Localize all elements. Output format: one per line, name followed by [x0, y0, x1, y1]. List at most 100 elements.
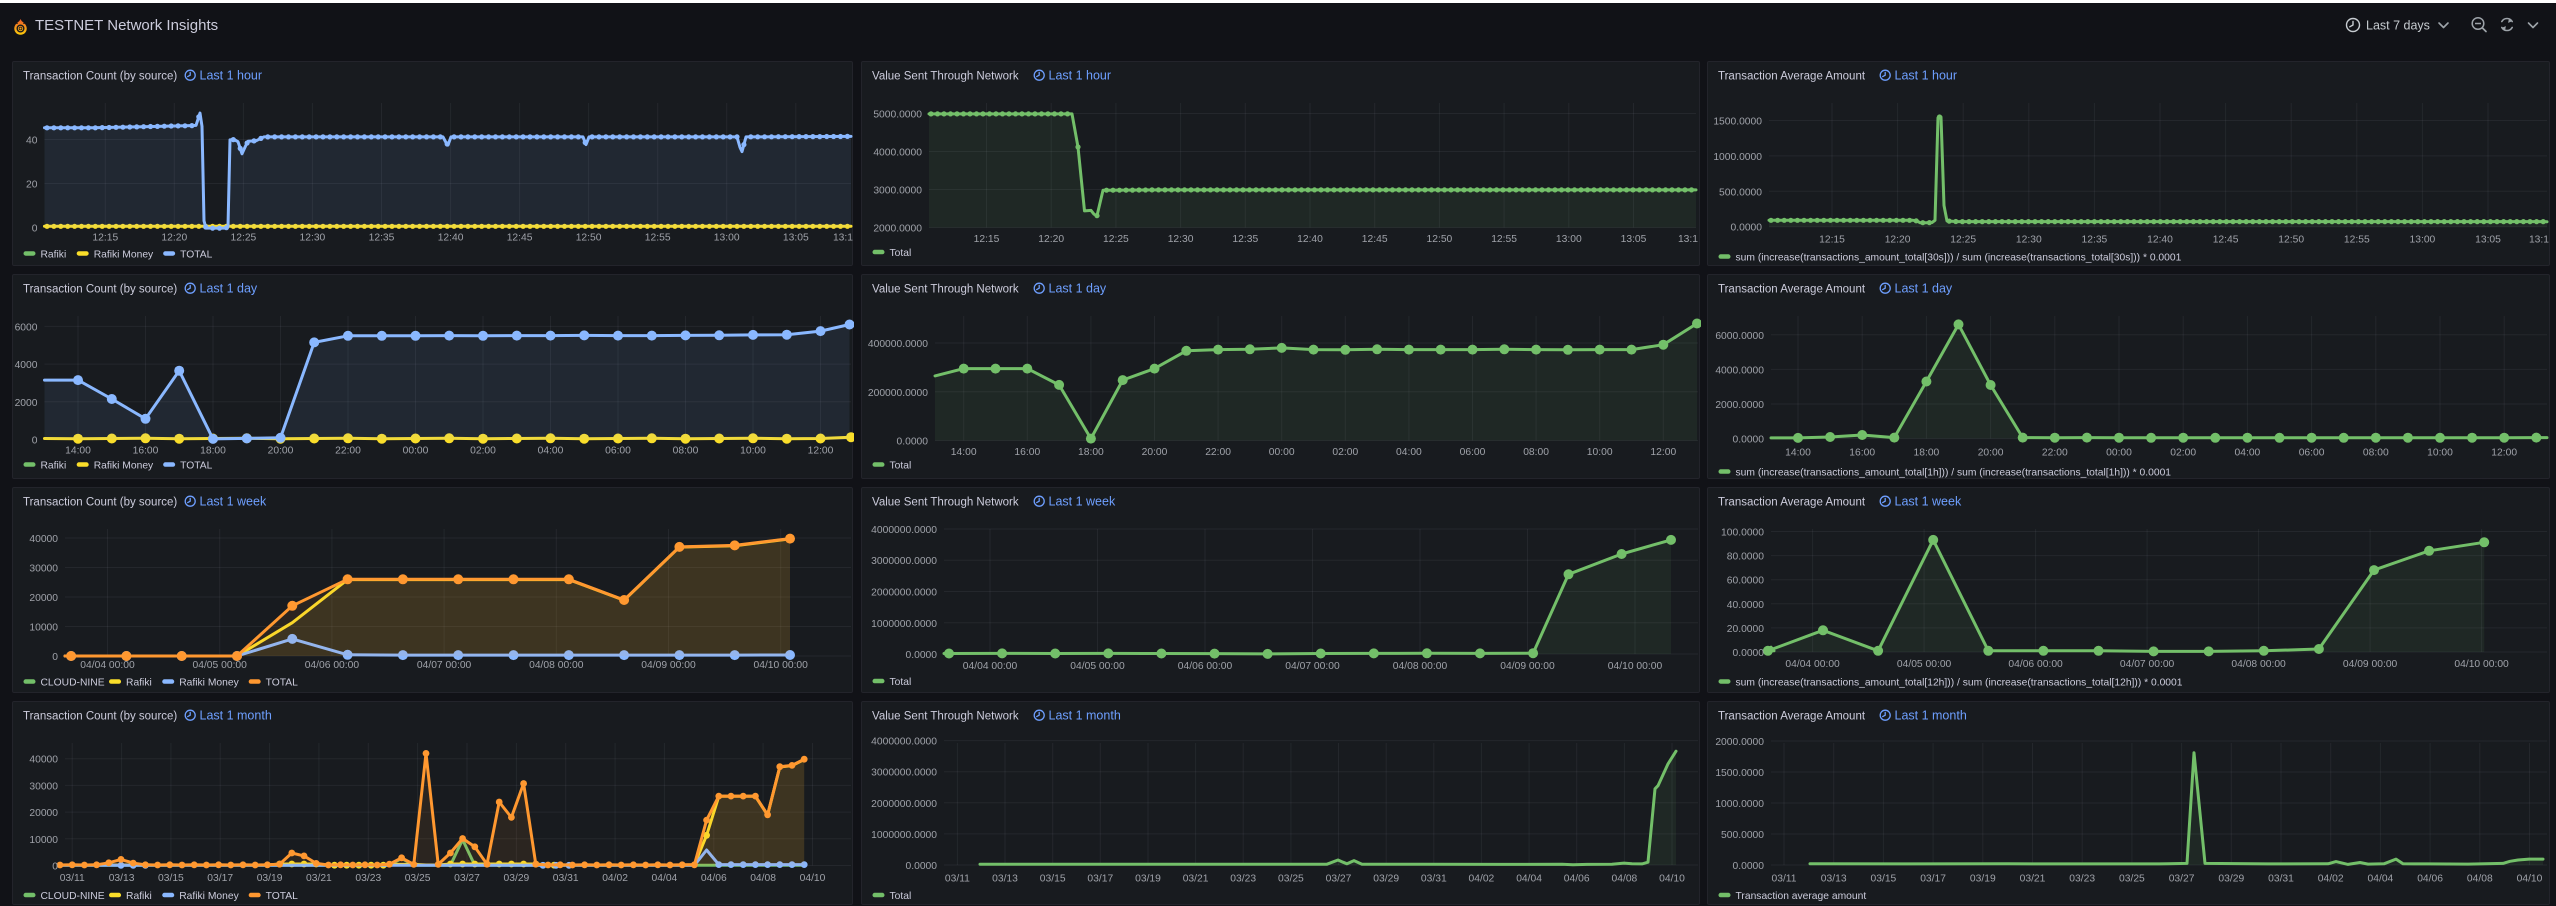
svg-text:12:55: 12:55	[2344, 234, 2370, 245]
svg-text:12:45: 12:45	[1362, 234, 1388, 245]
svg-text:13:00: 13:00	[1556, 234, 1582, 245]
svg-text:10:00: 10:00	[1587, 447, 1613, 458]
svg-text:12:00: 12:00	[1650, 447, 1676, 458]
svg-text:1000.0000: 1000.0000	[1715, 799, 1764, 810]
svg-text:12:15: 12:15	[974, 234, 1000, 245]
svg-text:Value Sent Through Network: Value Sent Through Network	[872, 283, 1019, 295]
svg-text:22:00: 22:00	[2042, 448, 2068, 459]
svg-text:04/08: 04/08	[750, 873, 776, 884]
svg-text:12:55: 12:55	[645, 233, 671, 244]
svg-text:Value Sent Through Network: Value Sent Through Network	[872, 710, 1019, 722]
svg-text:2000.0000: 2000.0000	[1715, 400, 1764, 411]
svg-text:04/08: 04/08	[1612, 873, 1638, 884]
svg-text:0.0000: 0.0000	[906, 861, 938, 872]
svg-text:Transaction Count (by source): Transaction Count (by source)	[23, 496, 177, 508]
svg-text:03/19: 03/19	[257, 873, 283, 884]
svg-text:12:40: 12:40	[1297, 234, 1323, 245]
svg-text:13:05: 13:05	[783, 233, 809, 244]
svg-text:80.0000: 80.0000	[1727, 552, 1764, 563]
svg-text:Last 1 hour: Last 1 hour	[1049, 68, 1112, 82]
svg-text:04/08: 04/08	[2467, 873, 2493, 884]
svg-text:2000: 2000	[15, 398, 38, 409]
svg-text:2000.0000: 2000.0000	[873, 224, 922, 235]
svg-text:04:00: 04:00	[538, 445, 564, 456]
svg-text:04/05 00:00: 04/05 00:00	[1897, 659, 1952, 670]
svg-text:04/10 00:00: 04/10 00:00	[2454, 659, 2509, 670]
svg-text:04/06: 04/06	[701, 873, 727, 884]
svg-text:12:50: 12:50	[1427, 234, 1453, 245]
svg-text:03/15: 03/15	[158, 873, 184, 884]
svg-text:20:00: 20:00	[1142, 447, 1168, 458]
svg-text:6000.0000: 6000.0000	[1715, 331, 1764, 342]
svg-text:Last 1 month: Last 1 month	[200, 708, 272, 722]
svg-text:Value Sent Through Network: Value Sent Through Network	[872, 70, 1019, 82]
svg-text:03/29: 03/29	[2218, 873, 2244, 884]
svg-text:12:30: 12:30	[300, 233, 326, 244]
svg-text:Last 1 month: Last 1 month	[1049, 708, 1121, 722]
svg-text:Rafiki Money: Rafiki Money	[94, 249, 154, 260]
svg-text:18:00: 18:00	[1914, 448, 1940, 459]
svg-text:03/19: 03/19	[1970, 873, 1996, 884]
svg-text:30000: 30000	[29, 564, 58, 575]
svg-text:Rafiki Money: Rafiki Money	[179, 891, 239, 902]
svg-text:03/13: 03/13	[109, 873, 135, 884]
svg-text:TOTAL: TOTAL	[180, 249, 213, 260]
svg-text:12:35: 12:35	[369, 233, 395, 244]
svg-text:sum (increase(transactions_amo: sum (increase(transactions_amount_total[…	[1736, 253, 2182, 264]
svg-text:10:00: 10:00	[740, 445, 766, 456]
svg-text:03/19: 03/19	[1135, 873, 1161, 884]
svg-text:3000000.0000: 3000000.0000	[871, 768, 937, 779]
svg-text:Transaction Count (by source): Transaction Count (by source)	[23, 710, 177, 722]
svg-text:04/10: 04/10	[2517, 873, 2543, 884]
svg-text:1000.0000: 1000.0000	[1713, 152, 1762, 163]
svg-text:10000: 10000	[29, 835, 58, 846]
svg-text:12:40: 12:40	[438, 233, 464, 244]
svg-text:12:00: 12:00	[808, 445, 834, 456]
svg-text:2000.0000: 2000.0000	[1715, 737, 1764, 748]
svg-text:06:00: 06:00	[605, 445, 631, 456]
svg-text:03/11: 03/11	[60, 873, 85, 884]
svg-text:12:20: 12:20	[1885, 234, 1911, 245]
svg-text:13:00: 13:00	[714, 233, 740, 244]
svg-text:2000000.0000: 2000000.0000	[871, 588, 937, 599]
svg-text:Transaction Count (by source): Transaction Count (by source)	[23, 70, 177, 82]
svg-text:03/25: 03/25	[405, 873, 431, 884]
svg-text:13:05: 13:05	[2475, 234, 2501, 245]
svg-text:5000.0000: 5000.0000	[873, 110, 922, 121]
svg-text:16:00: 16:00	[1849, 448, 1875, 459]
svg-text:Last 1 week: Last 1 week	[1895, 494, 1962, 508]
svg-text:Rafiki Money: Rafiki Money	[94, 461, 154, 472]
svg-text:00:00: 00:00	[2106, 448, 2132, 459]
svg-text:04/09 00:00: 04/09 00:00	[641, 660, 696, 671]
svg-text:03/13: 03/13	[1821, 873, 1847, 884]
svg-text:sum (increase(transactions_amo: sum (increase(transactions_amount_total[…	[1736, 468, 2172, 479]
svg-text:CLOUD-NINE: CLOUD-NINE	[41, 891, 105, 902]
svg-text:Rafiki: Rafiki	[41, 249, 67, 260]
svg-text:03/29: 03/29	[504, 873, 530, 884]
svg-text:Rafiki: Rafiki	[41, 461, 67, 472]
svg-text:0.0000: 0.0000	[897, 437, 929, 448]
svg-text:04/04 00:00: 04/04 00:00	[963, 661, 1018, 672]
svg-text:04/04: 04/04	[652, 873, 678, 884]
svg-text:08:00: 08:00	[1523, 447, 1549, 458]
svg-text:03/31: 03/31	[553, 873, 579, 884]
svg-text:03/27: 03/27	[454, 873, 480, 884]
svg-text:04/02: 04/02	[602, 873, 628, 884]
svg-text:22:00: 22:00	[1205, 447, 1231, 458]
svg-text:sum (increase(transactions_amo: sum (increase(transactions_amount_total[…	[1736, 677, 2183, 688]
svg-text:Rafiki Money: Rafiki Money	[179, 678, 239, 689]
svg-text:03/13: 03/13	[992, 873, 1018, 884]
svg-text:03/15: 03/15	[1871, 873, 1897, 884]
svg-text:04/07 00:00: 04/07 00:00	[2120, 659, 2175, 670]
svg-text:13:1: 13:1	[1678, 234, 1698, 245]
svg-text:20.0000: 20.0000	[1727, 624, 1764, 635]
svg-text:20000: 20000	[29, 593, 58, 604]
svg-text:0.0000: 0.0000	[1733, 435, 1765, 446]
svg-text:04/02: 04/02	[2318, 873, 2344, 884]
svg-text:Transaction Average Amount: Transaction Average Amount	[1718, 496, 1866, 508]
svg-text:12:50: 12:50	[576, 233, 602, 244]
svg-text:03/31: 03/31	[1421, 873, 1447, 884]
svg-text:04/08 00:00: 04/08 00:00	[1393, 661, 1448, 672]
svg-text:12:40: 12:40	[2147, 234, 2173, 245]
svg-text:18:00: 18:00	[200, 445, 226, 456]
